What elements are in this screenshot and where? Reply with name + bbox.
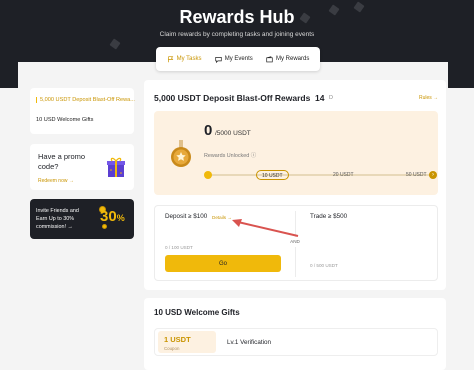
welcome-gifts-title: 10 USD Welcome Gifts	[154, 308, 240, 317]
milestone-10: 10 USDT	[256, 170, 289, 180]
rules-link[interactable]: Rules →	[419, 95, 438, 101]
coupon-label: Coupon	[164, 346, 180, 351]
gift-box-icon	[107, 157, 125, 177]
page-title: Rewards Hub	[179, 7, 295, 27]
coupon-amount: 1 USDT	[164, 335, 191, 344]
days-remaining: 14	[315, 93, 325, 103]
reward-total: /5000 USDT	[215, 130, 251, 137]
unlocked-amount: 0	[204, 122, 213, 139]
progress-knob	[204, 171, 212, 179]
sidebar-item-welcome-gifts[interactable]: 10 USD Welcome Gifts	[36, 117, 93, 123]
invite-text: Invite Friends and Earn Up to 30% commissi…	[36, 208, 79, 230]
verification-task: Lv.1 Verification	[227, 339, 271, 346]
tab-bar: My Tasks My Events My Rewards	[156, 47, 320, 71]
trade-task-label: Trade ≥ $500	[310, 213, 348, 220]
page-subtitle: Claim rewards by completing tasks and jo…	[159, 31, 315, 38]
flag-icon	[167, 55, 173, 62]
sidebar-item-deposit-blast-off[interactable]: 5,000 USDT Deposit Blast-Off Rewa...	[36, 97, 135, 103]
milestone-20: 20 USDT	[333, 172, 354, 178]
annotation-arrow-icon	[232, 219, 299, 237]
chat-icon	[215, 56, 222, 63]
tab-my-events[interactable]: My Events	[215, 56, 253, 63]
tab-label: My Rewards	[276, 56, 310, 62]
decor-cube-icon	[109, 38, 121, 50]
promo-question: Have a promo code?	[38, 152, 86, 171]
and-separator: AND	[287, 237, 303, 247]
medal-icon	[171, 140, 191, 167]
tab-label: My Tasks	[176, 56, 202, 62]
tab-my-rewards[interactable]: My Rewards	[266, 55, 310, 63]
deposit-progress: 0 / 100 USDT	[165, 245, 193, 250]
wallet-icon	[266, 55, 273, 62]
milestone-50: 50 USDT	[406, 172, 427, 178]
commission-percent: 30%	[100, 208, 125, 225]
go-button[interactable]: Go	[165, 255, 281, 272]
rewards-unlocked-label: Rewards Unlocked ⓘ	[204, 153, 257, 159]
sidebar-nav: 5,000 USDT Deposit Blast-Off Rewa... 10 …	[30, 88, 135, 134]
deposit-task-label: Deposit ≥ $100	[165, 213, 208, 220]
reward-progress-box	[154, 111, 438, 195]
redeem-now-link[interactable]: Redeem now →	[38, 178, 74, 184]
days-unit: D	[329, 95, 333, 101]
tab-label: My Events	[224, 56, 253, 62]
campaign-title: 5,000 USDT Deposit Blast-Off Rewards	[154, 93, 311, 103]
trade-progress: 0 / 500 USDT	[310, 263, 338, 268]
progress-track	[206, 174, 432, 176]
tab-my-tasks[interactable]: My Tasks	[167, 55, 202, 63]
chevron-right-icon[interactable]: ›	[429, 171, 437, 179]
